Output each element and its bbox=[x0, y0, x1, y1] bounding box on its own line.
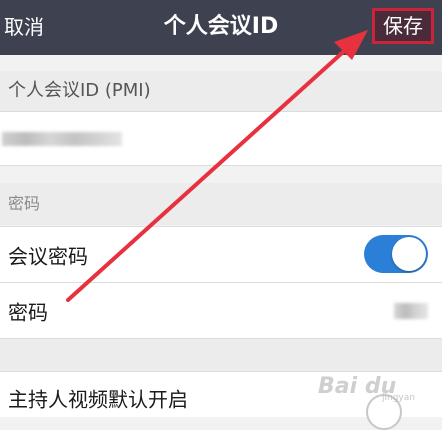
pmi-section-header: 个人会议ID (PMI) bbox=[0, 71, 442, 111]
password-section-header: 密码 bbox=[0, 183, 442, 225]
password-value-redacted bbox=[394, 303, 428, 319]
meeting-password-row: 会议密码 bbox=[0, 226, 442, 283]
save-button[interactable]: 保存 bbox=[372, 8, 434, 44]
section-gap bbox=[0, 339, 442, 371]
password-label: 密码 bbox=[8, 300, 48, 324]
password-row[interactable]: 密码 bbox=[0, 283, 442, 339]
watermark-subtext: jingyan bbox=[382, 393, 415, 403]
navigation-bar: 取消 个人会议ID 保存 bbox=[0, 0, 442, 55]
pmi-value-redacted bbox=[2, 132, 122, 146]
toggle-knob bbox=[392, 237, 426, 271]
meeting-password-label: 会议密码 bbox=[8, 244, 88, 268]
host-video-label: 主持人视频默认开启 bbox=[8, 387, 188, 412]
meeting-password-toggle[interactable] bbox=[364, 235, 428, 273]
pmi-value-row bbox=[0, 111, 442, 166]
